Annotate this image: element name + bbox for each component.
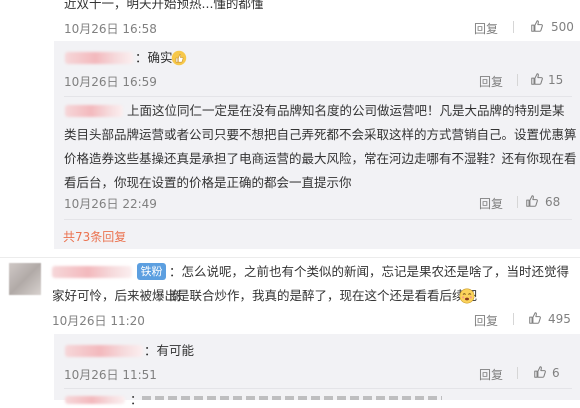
like-count: 6 — [552, 366, 560, 380]
reply-text-line: 类目头部品牌运营或者公司只要不想把自己弄死都不会采取这样的方式营销自己。设置优惠… — [64, 127, 577, 142]
reply-text-line: 看后台，你现在设置的价格是正确的都会一直提示你 — [64, 175, 352, 190]
drunk-emoji-icon — [459, 288, 475, 304]
reply-button[interactable]: 回复 — [479, 73, 503, 90]
like-icon[interactable] — [530, 19, 544, 33]
reply-time: 10月26日 11:51 — [64, 368, 157, 382]
reply-text-cut — [142, 396, 442, 400]
divider — [517, 74, 518, 86]
thumbs-up-emoji-icon — [171, 50, 187, 66]
reply-text-line: 上面这位同仁一定是在没有品牌知名度的公司做运营吧！凡是大品牌的特别是某 — [127, 103, 565, 118]
comment-time: 10月26日 16:58 — [64, 22, 157, 36]
like-icon[interactable] — [530, 72, 544, 86]
avatar[interactable] — [65, 105, 123, 117]
like-count: 15 — [548, 73, 564, 87]
like-count: 495 — [548, 312, 571, 326]
comment-text: 近双十一，明天开始预热...懂的都懂 — [64, 0, 264, 11]
like-icon[interactable] — [528, 311, 542, 325]
comment-time: 10月26日 11:20 — [52, 314, 145, 328]
like-count: 500 — [551, 20, 574, 34]
user-avatar[interactable] — [9, 263, 41, 295]
reply-text: ：有可能 — [144, 343, 195, 358]
reply-time: 10月26日 22:49 — [64, 197, 157, 211]
comment-text-line: 家好可怜，后来被爆出是联合炒作，我真的是醉了，现在这个还是看看后续吧 — [52, 288, 478, 303]
more-replies-link[interactable]: 共73条回复 — [63, 228, 126, 245]
reply-text: ： — [130, 392, 143, 407]
divider — [513, 21, 514, 33]
reply-button[interactable]: 回复 — [474, 312, 498, 329]
divider — [64, 219, 572, 220]
avatar[interactable] — [65, 345, 143, 357]
reply-text: ：确实 — [135, 50, 173, 65]
avatar[interactable] — [65, 396, 125, 404]
divider — [64, 96, 572, 97]
divider — [0, 257, 580, 258]
reply-button[interactable]: 回复 — [479, 195, 503, 212]
divider — [513, 313, 514, 325]
reply-time: 10月26日 16:59 — [64, 75, 157, 89]
fan-badge: 铁粉 — [137, 263, 166, 280]
reply-button[interactable]: 回复 — [479, 366, 503, 383]
like-icon[interactable] — [533, 365, 547, 379]
username[interactable] — [52, 266, 132, 278]
like-count: 68 — [545, 195, 561, 209]
divider — [517, 196, 518, 208]
divider — [517, 367, 518, 379]
reply-text-line: 价格造券这些基操还真是承担了电商运营的最大风险，常在河边走哪有不湿鞋？还有你现在… — [64, 151, 577, 166]
reply-button[interactable]: 回复 — [474, 20, 498, 37]
divider — [64, 388, 572, 389]
like-icon[interactable] — [525, 194, 539, 208]
avatar[interactable] — [65, 52, 133, 64]
